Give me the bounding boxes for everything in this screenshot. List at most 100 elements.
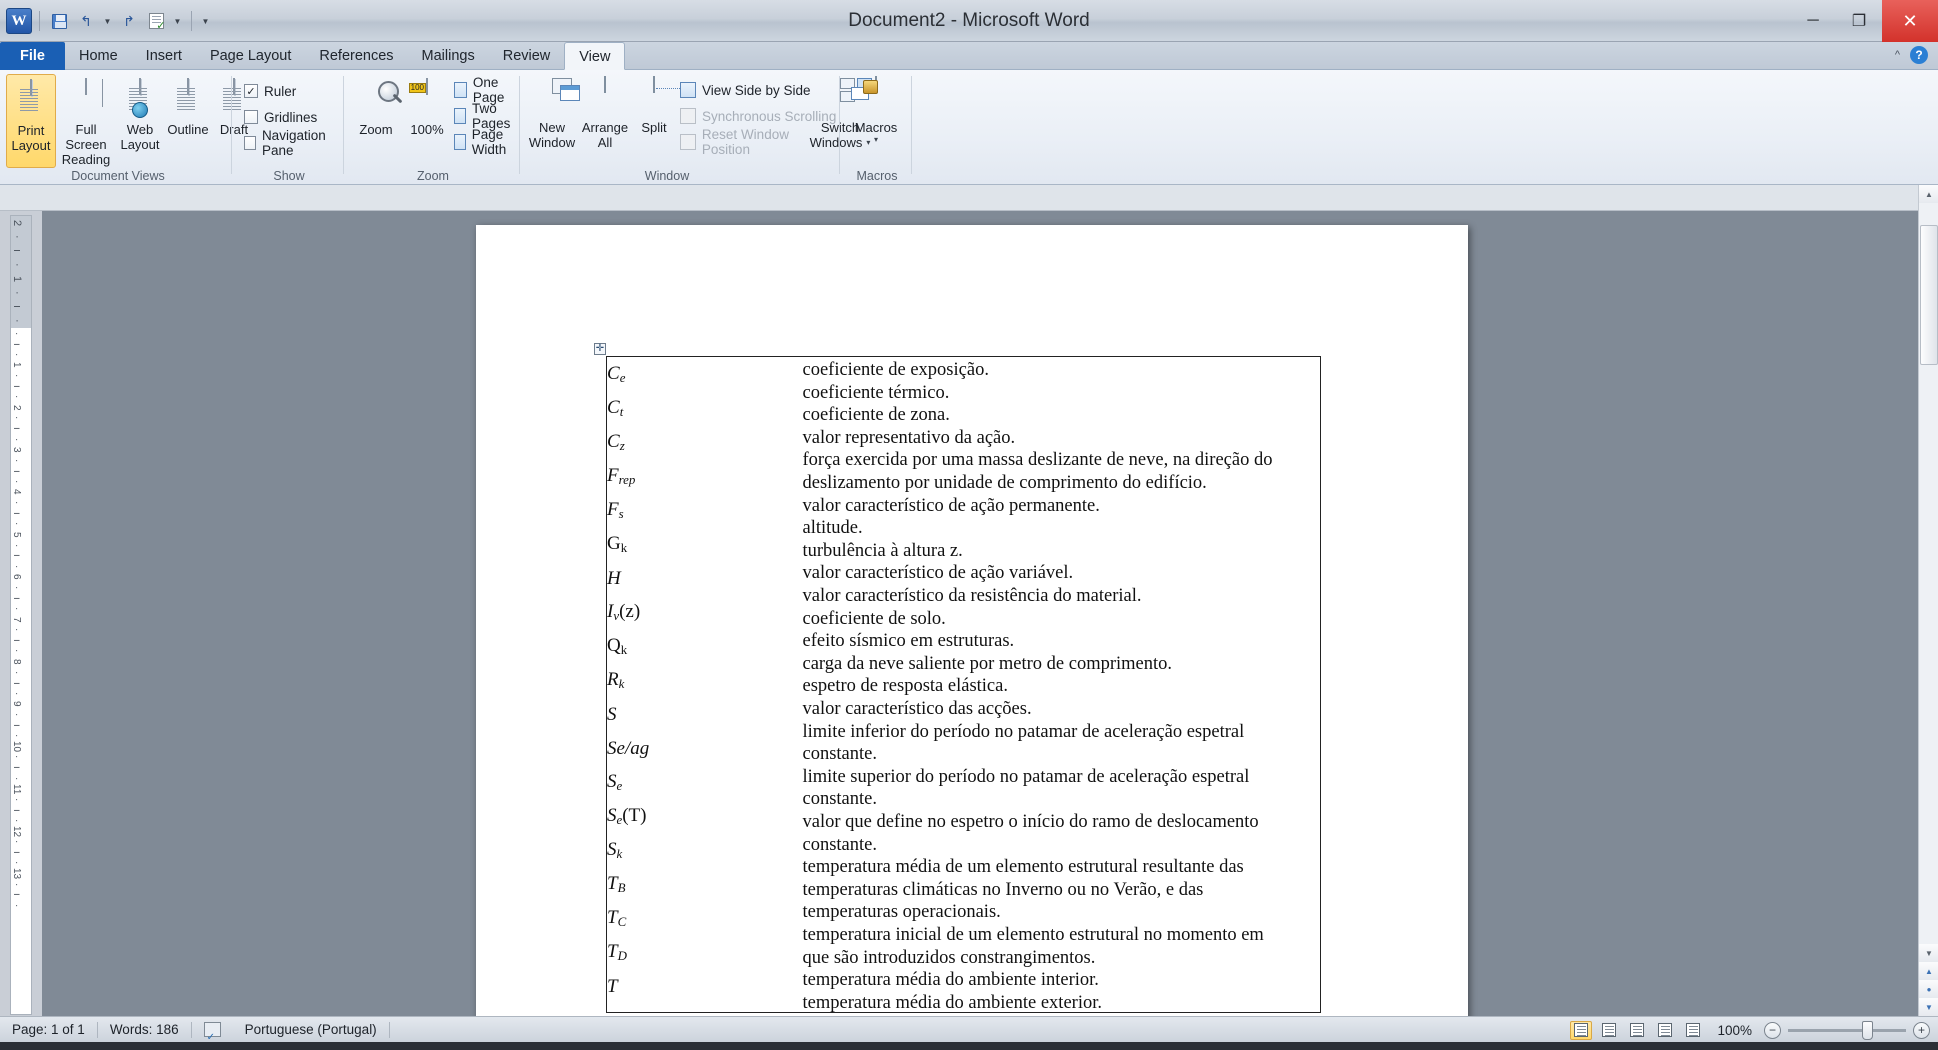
vruler-tick: 5 — [11, 531, 22, 538]
tab-view[interactable]: View — [564, 42, 626, 70]
description-line: efeito sísmico em estruturas. — [802, 631, 1015, 652]
web-layout-button[interactable]: Web Layout — [116, 74, 164, 168]
new-window-button[interactable]: New Window — [526, 72, 580, 151]
word-count[interactable]: Words: 186 — [98, 1017, 191, 1043]
zoom-out-button[interactable]: − — [1764, 1021, 1781, 1039]
macros-button[interactable]: Macros ▾ — [844, 72, 908, 144]
zoom-slider-track[interactable] — [1788, 1020, 1906, 1040]
one-page-item[interactable]: One Page — [454, 75, 520, 105]
select-browse-object-icon[interactable]: ● — [1919, 980, 1938, 998]
vruler-tick: 3 — [11, 447, 22, 453]
full-screen-reading-view-button[interactable] — [1598, 1021, 1620, 1040]
ruler-checkbox-icon[interactable]: ✓ — [244, 84, 258, 98]
zoom-in-button[interactable]: + — [1913, 1021, 1930, 1039]
description-line: limite inferior do período no patamar de… — [802, 721, 1245, 742]
symbol-cell: H — [607, 561, 803, 595]
symbol-text: T — [607, 975, 618, 997]
page-width-item[interactable]: Page Width — [454, 127, 520, 157]
print-layout-view-button[interactable] — [1570, 1020, 1592, 1040]
scrollbar-thumb[interactable] — [1920, 225, 1938, 365]
symbol-cell: T — [607, 969, 803, 1003]
zoom-100-button[interactable]: 100 100% — [402, 74, 452, 138]
scroll-down-icon[interactable]: ▼ — [1919, 944, 1938, 962]
next-page-icon[interactable]: ▼ — [1919, 998, 1938, 1016]
vruler-tick: 12 — [11, 825, 22, 838]
description-column: coeficiente de exposição. coeficiente tér… — [803, 357, 1321, 1013]
vertical-ruler-page-area[interactable]: · ı · 1 · ı · 2 · ı · 3 · ı · 4 · ı · 5 · ı · 6 · ı · 7 · ı · 8 · ı · 9 · ı · 1… — [11, 328, 31, 1014]
tab-file[interactable]: File — [0, 42, 65, 70]
web-layout-view-button[interactable] — [1626, 1021, 1648, 1040]
vruler-tick: · — [11, 479, 22, 484]
vruler-tick: ı — [11, 893, 22, 897]
symbol-text: H — [607, 567, 621, 589]
zoom-slider-control[interactable]: − + — [1764, 1020, 1930, 1040]
vruler-tick: 13 — [11, 868, 22, 880]
gridlines-checkbox-row[interactable]: Gridlines — [244, 106, 344, 128]
previous-page-icon[interactable]: ▲ — [1919, 962, 1938, 980]
zoom-level-label[interactable]: 100% — [1710, 1023, 1752, 1038]
tab-home[interactable]: Home — [65, 42, 132, 70]
document-workspace: ✛ Ce Ct Cz Frep Fs Gk H Iv(z) Qk Rk S Se/ag Se Se(T) S… — [0, 211, 1938, 1025]
proofing-errors-icon[interactable]: ✓ — [192, 1017, 233, 1043]
vruler-tick: · — [11, 628, 22, 632]
two-pages-item[interactable]: Two Pages — [454, 101, 520, 131]
outline-view-button[interactable] — [1654, 1021, 1676, 1040]
language-indicator[interactable]: Portuguese (Portugal) — [233, 1017, 389, 1043]
symbol-column: Ce Ct Cz Frep Fs Gk H Iv(z) Qk Rk S Se/ag Se Se(T) Sk T… — [607, 357, 803, 1013]
restore-button[interactable]: ❐ — [1836, 0, 1882, 42]
navigation-pane-checkbox-icon[interactable] — [244, 136, 256, 150]
zoom-button[interactable]: Zoom — [350, 74, 402, 138]
minimize-ribbon-icon[interactable]: ^ — [1895, 49, 1900, 61]
vruler-tick: ı — [11, 305, 23, 309]
one-page-icon — [454, 82, 467, 98]
symbol-cell: Rk — [607, 663, 803, 697]
full-screen-reading-label-2: Reading — [61, 151, 111, 167]
vruler-tick: 7 — [11, 616, 22, 623]
close-button[interactable]: ✕ — [1882, 0, 1938, 42]
description-line: carga da neve saliente por metro de comp… — [802, 653, 1173, 674]
description-line: turbulência à altura z. — [802, 540, 963, 561]
description-line: constante. — [802, 834, 878, 855]
macros-chevron-down-icon[interactable]: ▾ — [874, 135, 878, 144]
description-line: limite superior do período no patamar de… — [802, 766, 1250, 787]
zoom-slider-thumb[interactable] — [1862, 1020, 1873, 1040]
symbol-cell: Qk — [607, 629, 803, 663]
arrange-all-button[interactable]: Arrange All — [578, 72, 632, 151]
zoom-icon — [356, 80, 396, 120]
tab-insert[interactable]: Insert — [132, 42, 196, 70]
document-page[interactable]: ✛ Ce Ct Cz Frep Fs Gk H Iv(z) Qk Rk S Se/ag Se Se(T) S… — [476, 225, 1468, 1025]
tab-references[interactable]: References — [305, 42, 407, 70]
gridlines-checkbox-icon[interactable] — [244, 110, 258, 124]
outline-button[interactable]: Outline — [164, 74, 212, 168]
print-layout-button[interactable]: Print Layout — [6, 74, 56, 168]
symbol-cell: Frep — [607, 459, 803, 493]
vertical-scrollbar[interactable]: ▲ ▼ ▲ ● ▼ — [1918, 185, 1938, 1016]
vertical-ruler-top-margin[interactable]: 2 · ı · 1 · ı · — [11, 216, 31, 328]
symbol-text: TD — [607, 940, 627, 963]
ribbon-tab-bar: File Home Insert Page Layout References … — [0, 42, 1938, 70]
description-line: espetro de resposta elástica. — [802, 676, 1008, 697]
symbol-cell: TB — [607, 867, 803, 901]
page-indicator[interactable]: Page: 1 of 1 — [0, 1017, 97, 1043]
vertical-ruler[interactable]: 2 · ı · 1 · ı · · ı · 1 · ı · 2 · ı · 3 · ı · 4 · ı · 5 · ı · 6 · ı · 7 · ı · 8… — [10, 215, 32, 1015]
scroll-up-icon[interactable]: ▲ — [1919, 185, 1938, 203]
navigation-pane-checkbox-row[interactable]: Navigation Pane — [244, 128, 344, 158]
tab-review[interactable]: Review — [489, 42, 565, 70]
draft-view-button[interactable] — [1682, 1021, 1704, 1040]
split-button[interactable]: Split — [632, 72, 676, 151]
arrange-all-icon — [585, 76, 625, 118]
tab-page-layout[interactable]: Page Layout — [196, 42, 305, 70]
symbols-table[interactable]: Ce Ct Cz Frep Fs Gk H Iv(z) Qk Rk S Se/ag Se Se(T) Sk T… — [606, 356, 1321, 1014]
minimize-button[interactable]: ─ — [1790, 0, 1836, 42]
symbol-cell: Sk — [607, 833, 803, 867]
full-screen-reading-button[interactable]: Full Screen Reading — [56, 74, 116, 168]
tab-mailings[interactable]: Mailings — [408, 42, 489, 70]
description-line: coeficiente térmico. — [802, 382, 950, 403]
table-move-handle-icon[interactable]: ✛ — [594, 343, 606, 355]
vruler-tick: ı — [11, 469, 22, 473]
ribbon-group-show: ✓ Ruler Gridlines Navigation Pane Show — [234, 70, 344, 185]
help-icon[interactable]: ? — [1910, 46, 1928, 64]
view-side-by-side-icon — [680, 82, 696, 98]
symbol-cell: Se — [607, 765, 803, 799]
ruler-checkbox-row[interactable]: ✓ Ruler — [244, 80, 344, 102]
